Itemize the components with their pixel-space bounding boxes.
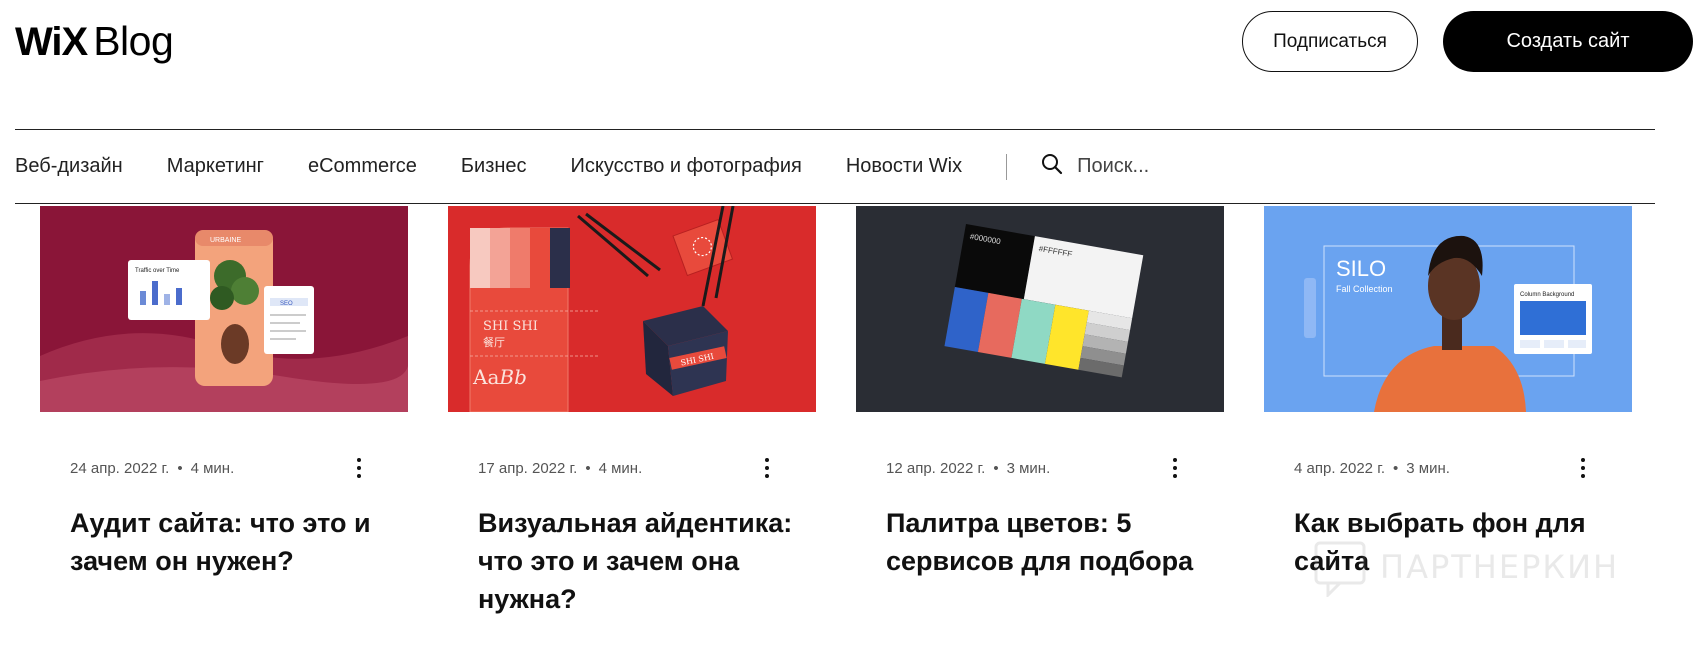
post-meta: 4 апр. 2022 г. • 3 мин.: [1294, 460, 1450, 477]
more-options-icon[interactable]: [350, 456, 368, 480]
post-cover-image[interactable]: URBAINE Traffic over Time SEO: [40, 206, 408, 412]
post-read-time: 4 мин.: [190, 460, 235, 477]
post-read-time: 4 мин.: [598, 460, 643, 477]
nav-item-marketing[interactable]: Маркетинг: [167, 155, 264, 178]
category-nav: Веб-дизайн Маркетинг eCommerce Бизнес Ис…: [15, 129, 1655, 204]
watermark-text: ПАРТНЕРКИН: [1380, 548, 1620, 586]
post-read-time: 3 мин.: [1006, 460, 1051, 477]
more-options-icon[interactable]: [1166, 456, 1184, 480]
meta-separator: •: [993, 460, 999, 477]
post-card[interactable]: SILO Fall Collection Column Background 4…: [1264, 206, 1632, 576]
watermark: ПАРТНЕРКИН: [1310, 537, 1619, 597]
subscribe-button[interactable]: Подписаться: [1242, 11, 1418, 72]
post-cover-image[interactable]: SHI SHI 餐厅 AaBb SHI SHI: [448, 206, 816, 412]
svg-text:AaBb: AaBb: [472, 365, 527, 389]
traffic-label: Traffic over Time: [135, 268, 180, 274]
more-options-icon[interactable]: [1574, 456, 1592, 480]
wix-logo-mark: WiX: [15, 20, 88, 64]
post-cover-image[interactable]: #000000 #FFFFFF: [856, 206, 1224, 412]
meta-separator: •: [1393, 460, 1399, 477]
post-date: 4 апр. 2022 г.: [1294, 460, 1385, 477]
post-date: 24 апр. 2022 г.: [70, 460, 170, 477]
more-options-icon[interactable]: [758, 456, 776, 480]
post-card[interactable]: SHI SHI 餐厅 AaBb SHI SHI 17 апр. 2022 г. …: [448, 206, 816, 614]
post-meta: 12 апр. 2022 г. • 3 мин.: [886, 460, 1050, 477]
nav-item-ecommerce[interactable]: eCommerce: [308, 155, 417, 178]
urbaine-label: URBAINE: [210, 237, 241, 244]
seo-label: SEO: [280, 301, 293, 307]
column-bg-label: Column Background: [1520, 292, 1574, 298]
post-meta: 17 апр. 2022 г. • 4 мин.: [478, 460, 642, 477]
nav-divider: [1006, 153, 1008, 180]
post-date: 17 апр. 2022 г.: [478, 460, 578, 477]
fall-collection-label: Fall Collection: [1336, 284, 1393, 294]
nav-item-art-photo[interactable]: Искусство и фотография: [571, 155, 802, 178]
blog-logo-text: Blog: [93, 18, 174, 64]
wix-blog-logo[interactable]: WiX Blog: [15, 18, 174, 65]
create-site-button[interactable]: Создать сайт: [1443, 11, 1693, 72]
silo-label: SILO: [1336, 256, 1386, 281]
post-card[interactable]: URBAINE Traffic over Time SEO 24 апр. 20…: [40, 206, 408, 576]
shishi-label: SHI SHI: [483, 319, 538, 334]
nav-item-business[interactable]: Бизнес: [461, 155, 527, 178]
post-read-time: 3 мин.: [1406, 460, 1450, 477]
post-title[interactable]: Палитра цветов: 5 сервисов для подбора: [886, 504, 1206, 580]
search-input[interactable]: [1077, 155, 1228, 178]
aabb-sample-italic: Bb: [498, 365, 527, 389]
hanzi-label: 餐厅: [483, 335, 505, 349]
post-title[interactable]: Аудит сайта: что это и зачем он нужен?: [70, 504, 390, 580]
meta-separator: •: [585, 460, 591, 477]
post-cover-image[interactable]: SILO Fall Collection Column Background: [1264, 206, 1632, 412]
post-title[interactable]: Визуальная айдентика: что это и зачем он…: [478, 504, 798, 618]
post-meta: 24 апр. 2022 г. • 4 мин.: [70, 460, 234, 477]
post-date: 12 апр. 2022 г.: [886, 460, 986, 477]
nav-item-wix-news[interactable]: Новости Wix: [846, 155, 962, 178]
search-box[interactable]: [1041, 153, 1228, 180]
search-icon[interactable]: [1041, 153, 1077, 180]
post-card[interactable]: #000000 #FFFFFF 12 апр. 2022 г. • 3 мин.…: [856, 206, 1224, 576]
aabb-sample: Aa: [472, 365, 499, 389]
nav-item-web-design[interactable]: Веб-дизайн: [15, 155, 123, 178]
meta-separator: •: [177, 460, 183, 477]
